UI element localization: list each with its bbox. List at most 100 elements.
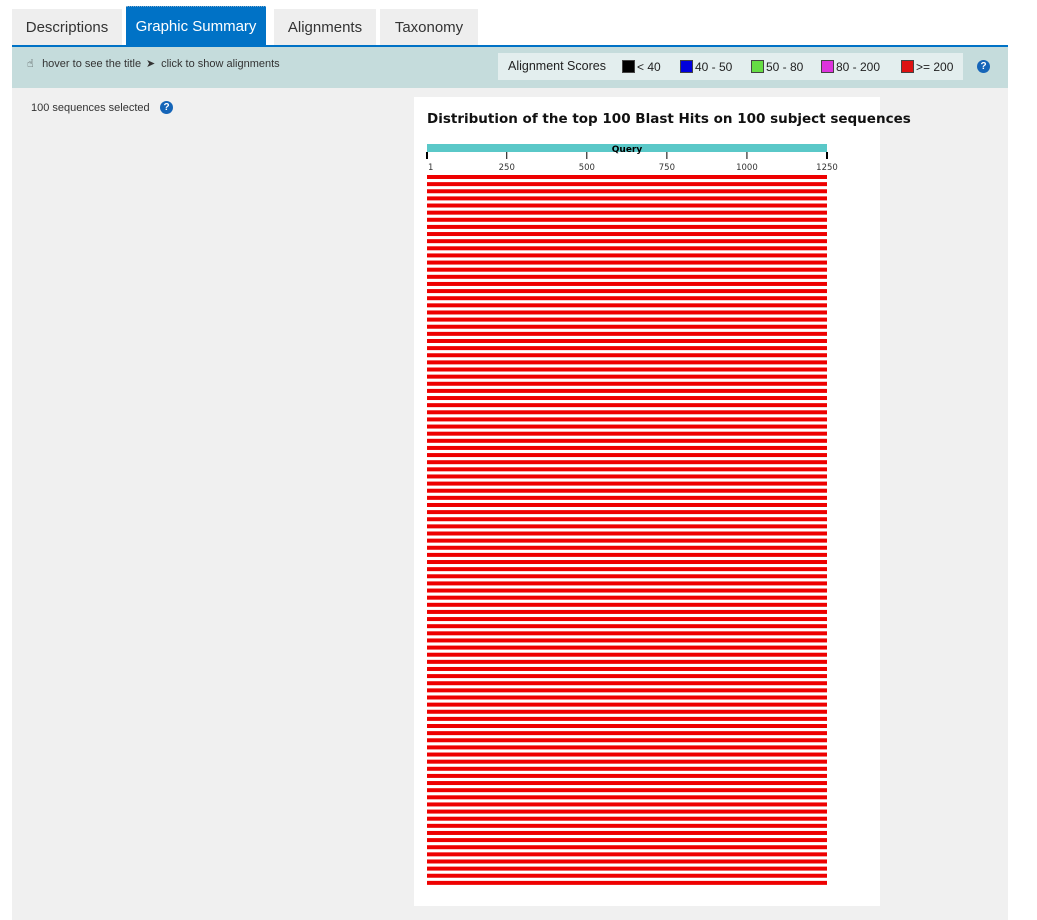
hit-bar[interactable] <box>427 845 827 850</box>
hit-bar[interactable] <box>427 524 827 529</box>
hit-bar[interactable] <box>427 517 827 522</box>
hit-bar[interactable] <box>427 175 827 179</box>
hit-bar[interactable] <box>427 595 827 600</box>
hit-bar[interactable] <box>427 324 827 329</box>
hit-bar[interactable] <box>427 752 827 757</box>
hit-bar[interactable] <box>427 866 827 871</box>
hit-bar[interactable] <box>427 709 827 714</box>
hit-bar[interactable] <box>427 731 827 736</box>
hit-bar[interactable] <box>427 396 827 401</box>
hit-bar[interactable] <box>427 880 827 885</box>
hit-bar[interactable] <box>427 182 827 187</box>
hit-bar[interactable] <box>427 239 827 244</box>
hit-bar[interactable] <box>427 688 827 693</box>
hit-bar[interactable] <box>427 552 827 557</box>
hit-bar[interactable] <box>427 759 827 764</box>
hit-bar[interactable] <box>427 296 827 301</box>
hit-bar[interactable] <box>427 617 827 622</box>
hit-bar[interactable] <box>427 196 827 201</box>
hit-bar[interactable] <box>427 802 827 807</box>
hit-bar[interactable] <box>427 232 827 237</box>
hit-bar[interactable] <box>427 674 827 679</box>
hit-bar[interactable] <box>427 781 827 786</box>
hit-bar[interactable] <box>427 495 827 500</box>
hit-bar[interactable] <box>427 381 827 386</box>
hit-bar[interactable] <box>427 560 827 565</box>
hit-bar[interactable] <box>427 453 827 458</box>
hit-bar[interactable] <box>427 838 827 843</box>
hit-bar[interactable] <box>427 360 827 365</box>
hit-bar[interactable] <box>427 574 827 579</box>
hit-bar[interactable] <box>427 666 827 671</box>
hit-bar[interactable] <box>427 631 827 636</box>
hit-bar[interactable] <box>427 331 827 336</box>
hit-bar[interactable] <box>427 816 827 821</box>
hit-bar[interactable] <box>427 303 827 308</box>
hit-bar[interactable] <box>427 502 827 507</box>
hit-bar[interactable] <box>427 724 827 729</box>
hit-bar[interactable] <box>427 467 827 472</box>
hit-bar[interactable] <box>427 852 827 857</box>
hit-bar[interactable] <box>427 438 827 443</box>
hit-bar[interactable] <box>427 738 827 743</box>
hit-bar[interactable] <box>427 859 827 864</box>
hit-bar[interactable] <box>427 210 827 215</box>
hit-bar[interactable] <box>427 659 827 664</box>
hit-bar[interactable] <box>427 417 827 422</box>
hit-bar[interactable] <box>427 338 827 343</box>
hit-bar[interactable] <box>427 645 827 650</box>
hit-bar[interactable] <box>427 224 827 229</box>
hit-bar[interactable] <box>427 716 827 721</box>
hit-bar[interactable] <box>427 766 827 771</box>
hit-bar[interactable] <box>427 388 827 393</box>
hit-bar[interactable] <box>427 581 827 586</box>
legend-help-icon[interactable]: ? <box>977 60 990 73</box>
hit-bar[interactable] <box>427 445 827 450</box>
hit-bar[interactable] <box>427 602 827 607</box>
hit-bar[interactable] <box>427 788 827 793</box>
hit-bar[interactable] <box>427 695 827 700</box>
hit-bar[interactable] <box>427 588 827 593</box>
hit-bar[interactable] <box>427 567 827 572</box>
hit-bar[interactable] <box>427 253 827 258</box>
tab-descriptions[interactable]: Descriptions <box>12 9 122 46</box>
hit-bar[interactable] <box>427 652 827 657</box>
hit-bar[interactable] <box>427 873 827 878</box>
hit-bar[interactable] <box>427 538 827 543</box>
hit-bar[interactable] <box>427 745 827 750</box>
hit-bar[interactable] <box>427 317 827 322</box>
hit-bar[interactable] <box>427 246 827 251</box>
hit-bar[interactable] <box>427 410 827 415</box>
tab-alignments[interactable]: Alignments <box>274 9 376 46</box>
hit-bar[interactable] <box>427 488 827 493</box>
hit-bar[interactable] <box>427 795 827 800</box>
hit-bar[interactable] <box>427 638 827 643</box>
hit-bar[interactable] <box>427 267 827 272</box>
hit-bar[interactable] <box>427 531 827 536</box>
hit-bar[interactable] <box>427 289 827 294</box>
hit-bar[interactable] <box>427 681 827 686</box>
hit-bar[interactable] <box>427 353 827 358</box>
hit-bar[interactable] <box>427 424 827 429</box>
hit-bar[interactable] <box>427 624 827 629</box>
hit-bar[interactable] <box>427 545 827 550</box>
hit-bar[interactable] <box>427 510 827 515</box>
hit-bar[interactable] <box>427 189 827 194</box>
hit-bar[interactable] <box>427 203 827 208</box>
hit-bar[interactable] <box>427 773 827 778</box>
hit-bar[interactable] <box>427 367 827 372</box>
selection-help-icon[interactable]: ? <box>160 101 173 114</box>
hit-bar[interactable] <box>427 274 827 279</box>
hit-bar[interactable] <box>427 281 827 286</box>
hit-bar[interactable] <box>427 310 827 315</box>
hit-bar[interactable] <box>427 460 827 465</box>
tab-graphic-summary[interactable]: Graphic Summary <box>126 6 266 47</box>
hit-bar[interactable] <box>427 260 827 265</box>
hit-bar[interactable] <box>427 702 827 707</box>
tab-taxonomy[interactable]: Taxonomy <box>380 9 478 46</box>
hit-bar[interactable] <box>427 403 827 408</box>
hit-bar[interactable] <box>427 809 827 814</box>
hit-bar[interactable] <box>427 609 827 614</box>
hit-bar[interactable] <box>427 481 827 486</box>
hit-bar[interactable] <box>427 830 827 835</box>
